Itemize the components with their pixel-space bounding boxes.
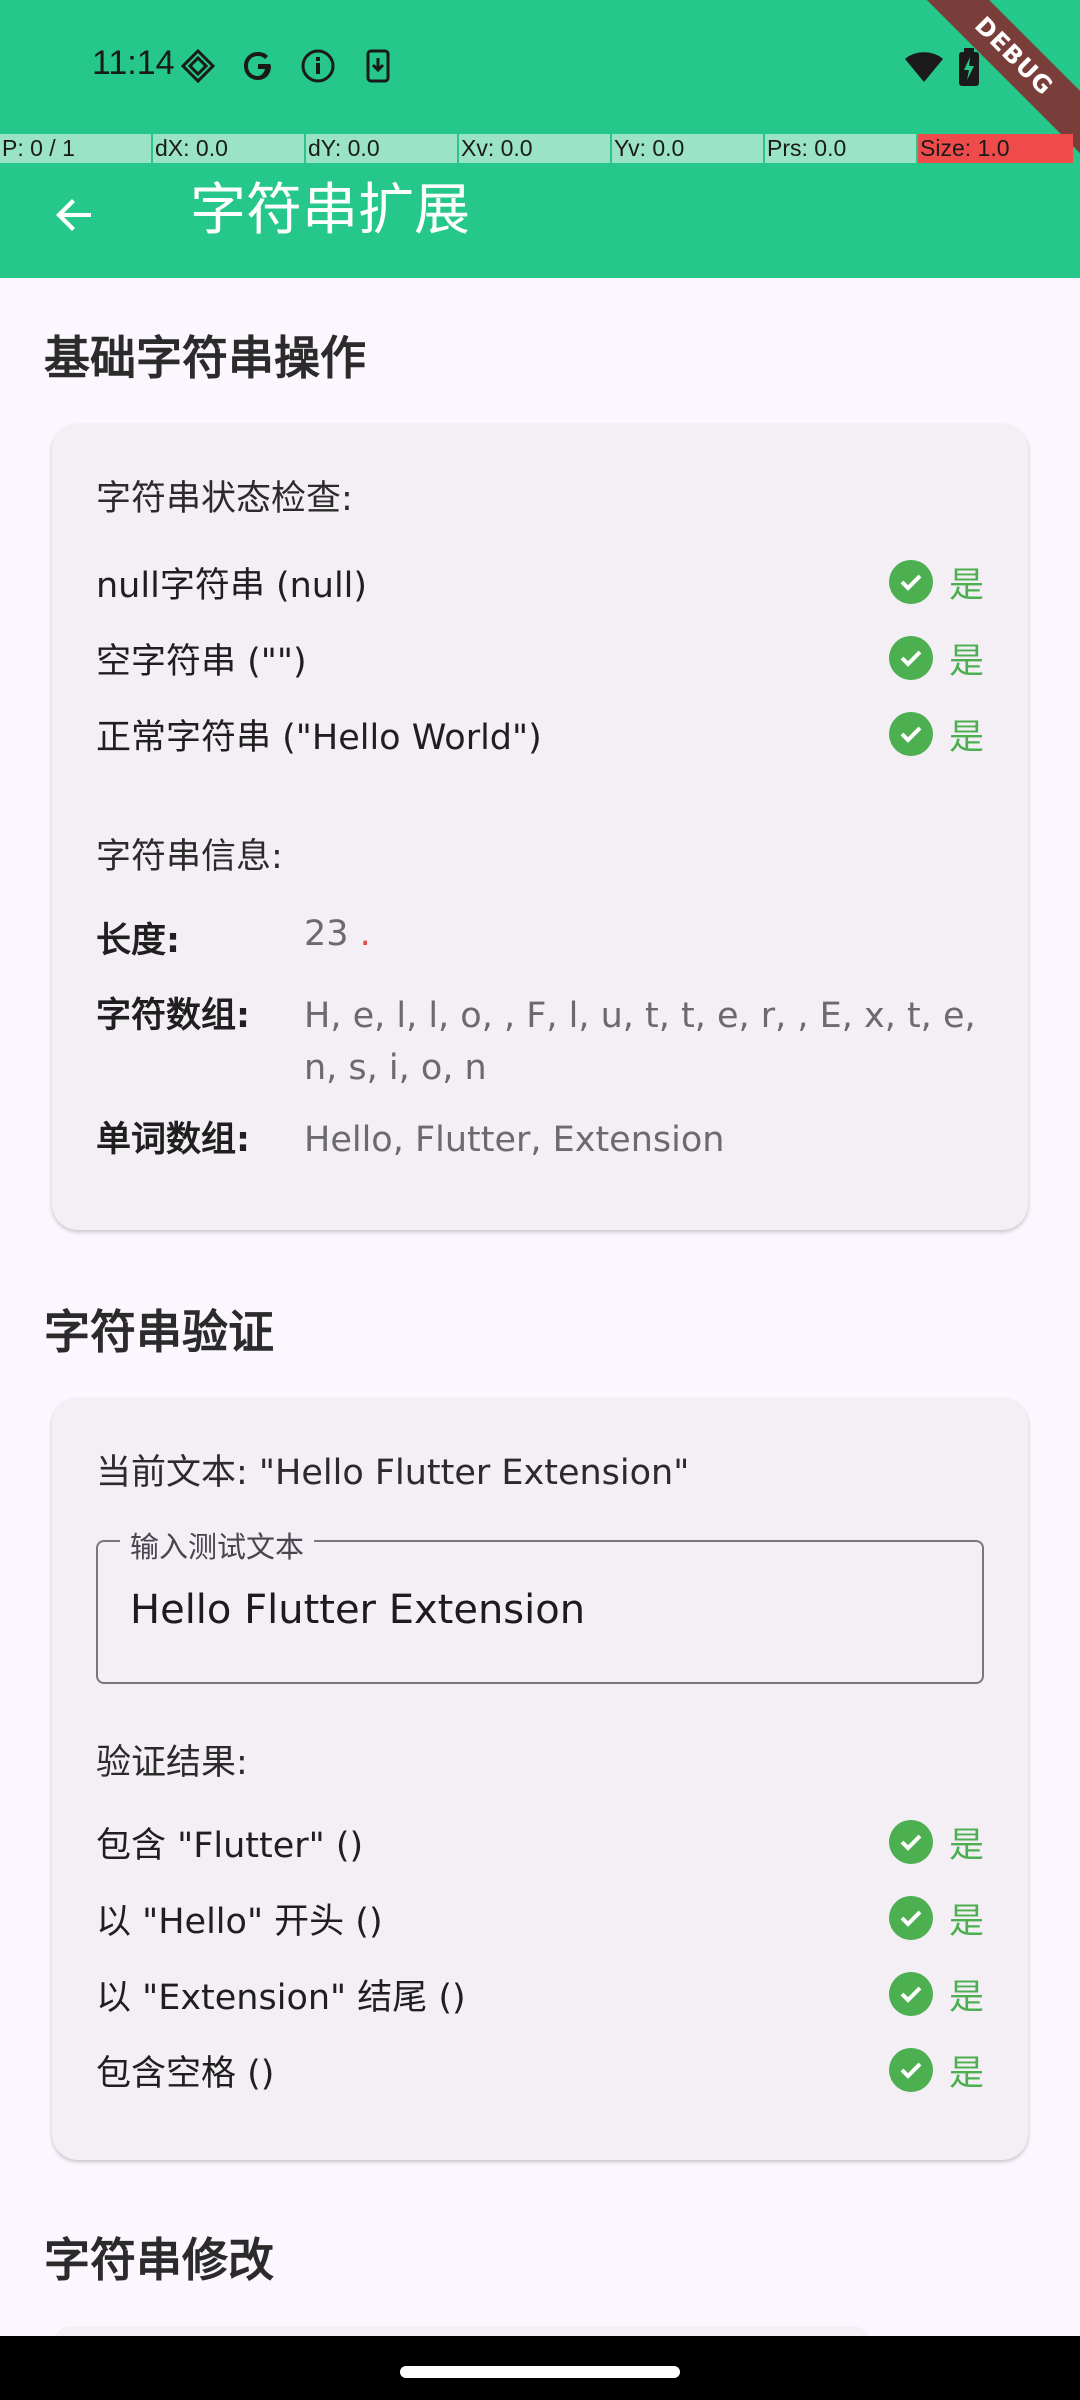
check-result: 是 — [948, 565, 984, 606]
check-circle-icon — [888, 2048, 933, 2092]
validation-results-label: 验证结果: — [96, 1743, 248, 1783]
validation-card: 当前文本: "Hello Flutter Extension" 输入测试文本 验… — [52, 1398, 1028, 2160]
perf-overlay: P: 0 / 1 dX: 0.0 dY: 0.0 Xv: 0.0 Yv: 0.0… — [0, 134, 1080, 163]
info-key: 长度: — [96, 921, 180, 961]
info-value-chars: H, e, l, l, o, , F, l, u, t, t, e, r, , … — [304, 996, 976, 1088]
download-icon — [356, 44, 400, 88]
check-result: 是 — [948, 1977, 984, 2018]
check-result: 是 — [948, 717, 984, 758]
info-row-words: 单词数组: Hello, Flutter, Extension — [96, 1114, 984, 1166]
perf-cell: P: 0 / 1 — [0, 134, 153, 163]
check-row-space: 包含空格 () 是 — [96, 2042, 984, 2098]
battery-icon — [958, 48, 980, 90]
basic-ops-card: 字符串状态检查: null字符串 (null) 是 空字符串 ("") 是 正常… — [52, 424, 1028, 1230]
home-gesture-handle[interactable] — [400, 2366, 680, 2378]
wifi-icon — [904, 50, 944, 88]
check-row-null: null字符串 (null) 是 — [96, 554, 984, 610]
check-row-empty: 空字符串 ("") 是 — [96, 630, 984, 686]
check-label: 以 "Extension" 结尾 () — [96, 1977, 466, 2018]
check-circle-icon — [888, 1972, 933, 2016]
back-button[interactable] — [40, 180, 110, 250]
info-icon — [296, 44, 340, 88]
vpn-key-icon — [176, 44, 220, 88]
check-row-starts: 以 "Hello" 开头 () 是 — [96, 1890, 984, 1946]
status-icons-right — [904, 48, 980, 90]
check-circle-icon — [888, 1820, 933, 1864]
perf-cell: Size: 1.0 — [918, 134, 1073, 163]
info-value-length: 23 — [304, 914, 349, 954]
check-row-normal: 正常字符串 ("Hello World") 是 — [96, 706, 984, 762]
check-circle-icon — [888, 560, 933, 604]
cursor-dot: . — [348, 914, 371, 954]
section-title-validation: 字符串验证 — [44, 1305, 274, 1359]
check-label: 正常字符串 ("Hello World") — [96, 717, 542, 758]
current-text-label: 当前文本: "Hello Flutter Extension" — [96, 1453, 690, 1493]
check-circle-icon — [888, 636, 933, 680]
app-header: 11:14 DEBUG P: 0 / 1 dX: 0.0 dY: 0.0 Xv:… — [0, 0, 1080, 278]
string-info-label: 字符串信息: — [96, 837, 283, 877]
check-label: 以 "Hello" 开头 () — [96, 1901, 383, 1942]
info-key: 字符数组: — [96, 996, 250, 1036]
check-circle-icon — [888, 712, 933, 756]
section-title-modify: 字符串修改 — [44, 2233, 274, 2287]
page-title: 字符串扩展 — [190, 178, 470, 243]
check-label: 包含 "Flutter" () — [96, 1825, 364, 1866]
status-time: 11:14 — [92, 44, 175, 82]
arrow-back-icon — [56, 199, 91, 231]
perf-cell: dX: 0.0 — [153, 134, 306, 163]
test-text-field[interactable]: 输入测试文本 — [96, 1524, 984, 1684]
info-row-chars: 字符数组: H, e, l, l, o, , F, l, u, t, t, e,… — [96, 990, 984, 1094]
info-key: 单词数组: — [96, 1120, 250, 1160]
status-icons-left — [176, 44, 400, 88]
check-result: 是 — [948, 641, 984, 682]
perf-cell: dY: 0.0 — [306, 134, 459, 163]
check-circle-icon — [888, 1896, 933, 1940]
perf-cell: Yv: 0.0 — [612, 134, 765, 163]
info-row-length: 长度: 23 . — [96, 912, 984, 963]
check-result: 是 — [948, 1901, 984, 1942]
info-value-words: Hello, Flutter, Extension — [304, 1120, 725, 1160]
google-icon — [236, 44, 280, 88]
check-label: null字符串 (null) — [96, 565, 368, 606]
check-result: 是 — [948, 2053, 984, 2094]
check-result: 是 — [948, 1825, 984, 1866]
test-text-input[interactable] — [128, 1586, 952, 1634]
check-row-ends: 以 "Extension" 结尾 () 是 — [96, 1966, 984, 2022]
section-title-basic: 基础字符串操作 — [44, 331, 366, 385]
input-label: 输入测试文本 — [120, 1524, 315, 1566]
check-row-contains: 包含 "Flutter" () 是 — [96, 1814, 984, 1870]
check-label: 空字符串 ("") — [96, 641, 307, 682]
status-check-label: 字符串状态检查: — [96, 479, 353, 519]
check-label: 包含空格 () — [96, 2053, 275, 2094]
perf-cell: Prs: 0.0 — [765, 134, 918, 163]
perf-cell: Xv: 0.0 — [459, 134, 612, 163]
